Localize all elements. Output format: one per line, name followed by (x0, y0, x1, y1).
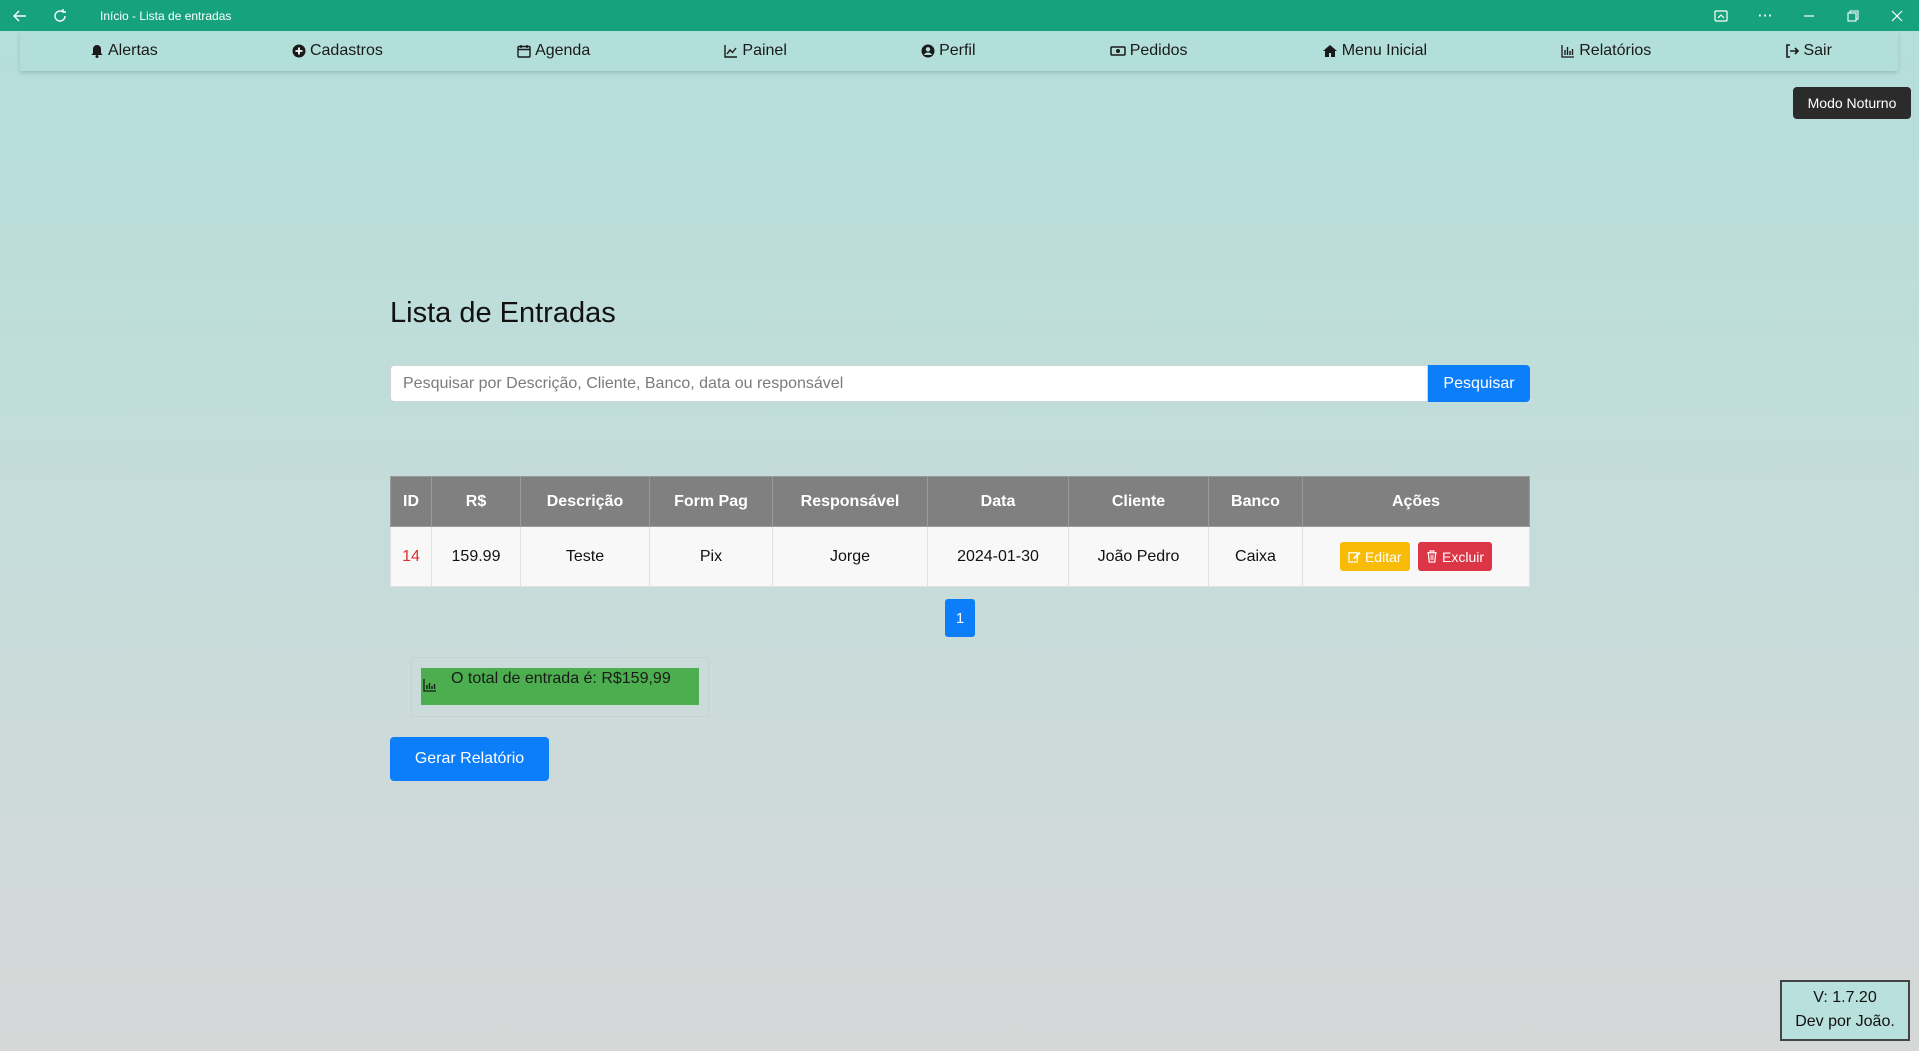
home-icon (1322, 45, 1337, 57)
refresh-icon (54, 8, 66, 22)
total-text: O total de entrada é: R$159,99 (451, 670, 671, 687)
column-header: Responsável (772, 476, 928, 527)
table-header-row: ID R$ Descrição Form Pag Responsável Dat… (390, 476, 1530, 527)
nav-label: Menu Inicial (1341, 42, 1428, 59)
search-input[interactable] (390, 365, 1428, 402)
cell-data: 2024-01-30 (927, 526, 1069, 587)
nav-perfil[interactable]: Perfil (921, 42, 976, 60)
delete-label: Excluir (1442, 548, 1485, 565)
total-summary: O total de entrada é: R$159,99 (411, 657, 709, 717)
cast-icon (1714, 9, 1728, 22)
sign-out-icon (1786, 44, 1800, 58)
edit-label: Editar (1364, 548, 1402, 565)
nav-label: Agenda (535, 42, 591, 59)
calendar-icon (517, 45, 531, 58)
cell-acoes: Editar Excluir (1302, 526, 1530, 587)
version-number: V: 1.7.20 (1813, 989, 1877, 1006)
edit-button[interactable]: Editar (1339, 542, 1410, 571)
window-titlebar: Início - Lista de entradas ··· (0, 0, 1919, 31)
edit-icon (1348, 551, 1361, 563)
page-title: Lista de Entradas (390, 297, 616, 329)
user-circle-icon (921, 44, 935, 58)
nav-label: Cadastros (309, 42, 383, 59)
main-navbar: Alertas Cadastros Agenda Painel Perfil P… (20, 31, 1898, 71)
arrow-left-icon (13, 10, 26, 21)
pagination-page-1[interactable]: 1 (945, 599, 975, 637)
line-chart-icon (724, 45, 738, 58)
bar-chart-icon (423, 679, 436, 692)
nav-label: Perfil (939, 42, 976, 59)
nav-label: Pedidos (1129, 42, 1188, 59)
column-header: Cliente (1068, 476, 1209, 527)
cell-form-pag: Pix (649, 526, 773, 587)
total-alert: O total de entrada é: R$159,99 (421, 668, 699, 705)
nav-label: Sair (1803, 42, 1832, 59)
nav-painel[interactable]: Painel (724, 42, 787, 60)
nav-cadastros[interactable]: Cadastros (292, 42, 383, 60)
cell-banco: Caixa (1208, 526, 1303, 587)
nav-label: Alertas (108, 42, 158, 59)
refresh-button[interactable] (40, 0, 80, 31)
ellipsis-icon: ··· (1757, 6, 1773, 25)
nav-menu-inicial[interactable]: Menu Inicial (1322, 42, 1427, 60)
table-row: 14 159.99 Teste Pix Jorge 2024-01-30 Joã… (390, 526, 1530, 587)
restore-button[interactable] (1831, 0, 1875, 31)
nav-relatorios[interactable]: Relatórios (1561, 42, 1651, 60)
more-options-button[interactable]: ··· (1743, 0, 1787, 31)
cell-id: 14 (390, 526, 432, 587)
nav-sair[interactable]: Sair (1785, 42, 1832, 60)
plus-circle-icon (292, 44, 306, 58)
cell-descricao: Teste (520, 526, 650, 587)
search-bar: Pesquisar (390, 365, 1530, 402)
trash-icon (1427, 550, 1437, 563)
close-icon (1891, 10, 1903, 21)
cell-responsavel: Jorge (772, 526, 928, 587)
developer-credit: Dev por João. (1795, 1013, 1895, 1030)
back-button[interactable] (0, 0, 40, 31)
column-header: ID (390, 476, 432, 527)
cell-cliente: João Pedro (1068, 526, 1209, 587)
column-header: Data (927, 476, 1069, 527)
version-info: V: 1.7.20 Dev por João. (1780, 980, 1910, 1041)
nav-label: Relatórios (1579, 42, 1652, 59)
cast-button[interactable] (1699, 0, 1743, 31)
bell-icon (91, 45, 103, 58)
bar-chart-icon (1561, 45, 1575, 58)
column-header: R$ (431, 476, 521, 527)
minimize-button[interactable] (1787, 0, 1831, 31)
nav-pedidos[interactable]: Pedidos (1109, 42, 1188, 60)
column-header: Form Pag (649, 476, 773, 527)
column-header: Banco (1208, 476, 1303, 527)
restore-icon (1847, 9, 1859, 22)
nav-alertas[interactable]: Alertas (90, 42, 158, 60)
generate-report-button[interactable]: Gerar Relatório (390, 737, 549, 781)
column-header: Descrição (520, 476, 650, 527)
window-title: Início - Lista de entradas (100, 8, 232, 23)
nav-agenda[interactable]: Agenda (517, 42, 590, 60)
night-mode-toggle[interactable]: Modo Noturno (1793, 87, 1911, 119)
minimize-icon (1804, 14, 1814, 17)
search-button[interactable]: Pesquisar (1428, 365, 1530, 402)
delete-button[interactable]: Excluir (1418, 542, 1493, 571)
close-button[interactable] (1875, 0, 1919, 31)
money-bill-icon (1109, 46, 1126, 56)
entries-table: ID R$ Descrição Form Pag Responsável Dat… (390, 476, 1530, 587)
cell-valor: 159.99 (431, 526, 521, 587)
column-header: Ações (1302, 476, 1530, 527)
nav-label: Painel (742, 42, 787, 59)
